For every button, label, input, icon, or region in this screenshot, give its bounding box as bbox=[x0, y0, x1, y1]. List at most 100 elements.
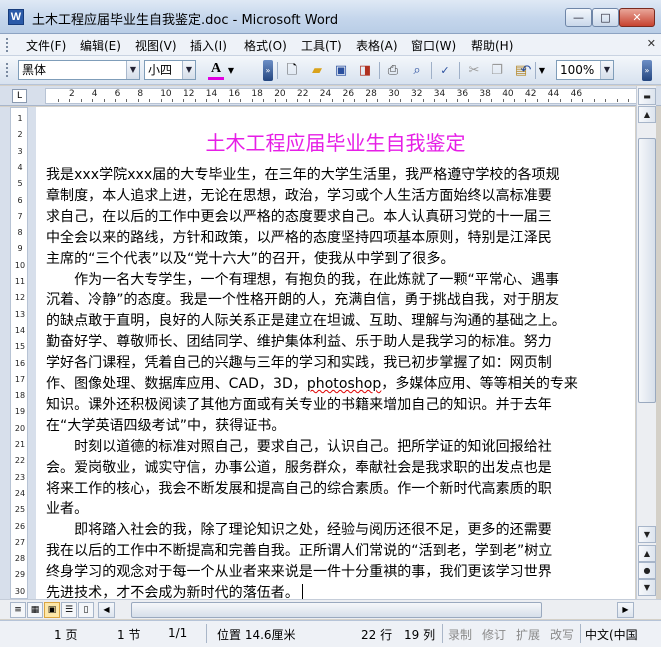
status-rec[interactable]: 录制 bbox=[448, 626, 472, 643]
previous-page-icon[interactable]: ▲ bbox=[638, 545, 656, 562]
status-ext[interactable]: 扩展 bbox=[516, 626, 540, 643]
toolbar-separator bbox=[379, 62, 380, 79]
horizontal-ruler[interactable]: 2 4 6 8 10 12 14 16 18 20 22 24 26 28 30 32 34 36 38 40 42 44… bbox=[45, 88, 641, 104]
permission-icon[interactable]: ◨ bbox=[355, 61, 375, 80]
font-size-combo[interactable]: 小四 ▼ bbox=[144, 60, 196, 80]
menu-help[interactable]: 帮助(H) bbox=[471, 37, 513, 54]
ruler-number: 28 bbox=[365, 89, 377, 99]
zoom-combo[interactable]: 100% ▼ bbox=[556, 60, 614, 80]
ruler-tick bbox=[114, 99, 116, 102]
vertical-ruler-number: 25 bbox=[14, 505, 26, 515]
document-line: 先进技术，才不会成为新时代的落伍者。 bbox=[46, 582, 303, 599]
print-layout-view-icon[interactable]: ▣ bbox=[44, 602, 60, 618]
ruler-tick bbox=[194, 99, 196, 102]
menu-format[interactable]: 格式(O) bbox=[244, 37, 287, 54]
next-page-icon[interactable]: ▼ bbox=[638, 579, 656, 596]
ruler-number: 34 bbox=[433, 89, 446, 99]
ruler-number: 8 bbox=[137, 89, 144, 99]
vertical-scroll-thumb[interactable] bbox=[638, 138, 656, 403]
ruler-tick bbox=[434, 99, 436, 102]
close-document-icon[interactable]: ✕ bbox=[647, 37, 656, 50]
document-line: 作、图像处理、数据库应用、CAD，3D，photoshop，多媒体应用、等等相关… bbox=[46, 376, 578, 392]
document-line: 中全会以来的路线，方针和政策，以严格的态度坚持四项基本原则，特别是江泽民 bbox=[46, 229, 552, 246]
font-color-letter: A bbox=[210, 61, 222, 76]
toolbar-overflow-icon-2[interactable]: » bbox=[642, 60, 652, 81]
menu-tools[interactable]: 工具(T) bbox=[301, 37, 342, 54]
menu-file[interactable]: 文件(F) bbox=[26, 37, 66, 54]
tab-selector-button[interactable]: L bbox=[12, 89, 27, 103]
copy-icon[interactable]: ❐ bbox=[487, 61, 507, 80]
ruler-tick bbox=[616, 99, 618, 102]
document-line: 会。爱岗敬业，诚实守信，办事公道，服务群众，奉献社会是我求职的出发点也是 bbox=[46, 459, 552, 476]
scroll-right-icon[interactable]: ▶ bbox=[617, 602, 634, 618]
ruler-tick bbox=[468, 99, 470, 102]
scroll-up-icon[interactable]: ▲ bbox=[638, 106, 656, 123]
ruler-tick bbox=[206, 99, 208, 102]
font-color-button[interactable]: A bbox=[205, 61, 227, 81]
scroll-left-icon[interactable]: ◀ bbox=[98, 602, 115, 618]
vertical-scrollbar[interactable]: ▬ ▲ ▼ ▲ ● ▼ bbox=[636, 86, 656, 599]
ruler-number: 16 bbox=[228, 89, 241, 99]
status-page-of: 1/1 bbox=[168, 626, 188, 640]
menu-edit[interactable]: 编辑(E) bbox=[80, 37, 121, 54]
scroll-down-icon[interactable]: ▼ bbox=[638, 526, 656, 543]
font-name-combo[interactable]: 黑体 ▼ bbox=[18, 60, 140, 80]
split-box-icon[interactable]: ▬ bbox=[638, 88, 656, 105]
menu-window[interactable]: 窗口(W) bbox=[411, 37, 456, 54]
undo-dropdown-icon[interactable]: ▼ bbox=[537, 61, 547, 80]
browse-object-icon[interactable]: ● bbox=[638, 562, 656, 579]
word-app-icon[interactable]: W bbox=[8, 9, 24, 25]
menu-grip[interactable] bbox=[6, 38, 9, 52]
document-line: 作为一名大专学生，一个有理想，有抱负的我，在此炼就了一颗“平常心、遇事 bbox=[46, 271, 560, 288]
font-color-dropdown-icon[interactable]: ▼ bbox=[226, 61, 236, 80]
zoom-dropdown-icon[interactable]: ▼ bbox=[600, 61, 613, 79]
ruler-tick bbox=[342, 99, 344, 102]
spelling-icon[interactable]: ✓ bbox=[435, 61, 455, 80]
font-size-value: 小四 bbox=[148, 63, 173, 77]
menu-view[interactable]: 视图(V) bbox=[135, 37, 177, 54]
new-icon[interactable]: 🗋 bbox=[282, 61, 302, 80]
font-size-dropdown-icon[interactable]: ▼ bbox=[182, 61, 195, 79]
ruler-tick bbox=[411, 99, 413, 102]
vertical-ruler-number: 29 bbox=[14, 570, 26, 580]
toolbar-grip[interactable] bbox=[6, 63, 9, 77]
vertical-ruler-number: 10 bbox=[14, 260, 26, 270]
ruler-tick bbox=[137, 99, 139, 102]
vertical-ruler-number: 14 bbox=[14, 325, 26, 335]
outline-view-icon[interactable]: ☰ bbox=[61, 602, 77, 618]
open-icon[interactable]: ▰ bbox=[307, 61, 327, 80]
ruler-number: 46 bbox=[570, 89, 583, 99]
undo-icon[interactable]: ↶ bbox=[516, 61, 536, 80]
minimize-button[interactable]: — bbox=[565, 8, 592, 27]
normal-view-icon[interactable]: ≡ bbox=[10, 602, 26, 618]
ruler-tick bbox=[502, 99, 504, 102]
save-icon[interactable]: ▣ bbox=[331, 61, 351, 80]
document-line: 我在以后的工作中不断提高和完善自我。正所谓人们常说的“活到老，学到老”树立 bbox=[46, 543, 553, 560]
vertical-ruler-number: 22 bbox=[14, 456, 26, 466]
ruler-tick bbox=[582, 99, 584, 102]
document-line: 时刻以道德的标准对照自己，要求自己，认识自己。把所学证的知讹回报给社 bbox=[46, 438, 552, 455]
font-name-dropdown-icon[interactable]: ▼ bbox=[126, 61, 139, 79]
status-trk[interactable]: 修订 bbox=[482, 626, 506, 643]
maximize-button[interactable]: □ bbox=[592, 8, 619, 27]
ruler-tick bbox=[308, 99, 310, 102]
horizontal-scroll-thumb[interactable] bbox=[131, 602, 542, 618]
document-page[interactable]: 土木工程应届毕业生自我鉴定 我是xxx学院xxx届的大专毕业生，在三年的大学生活… bbox=[36, 107, 635, 599]
toolbar-separator bbox=[431, 62, 432, 79]
web-view-icon[interactable]: ▦ bbox=[27, 602, 43, 618]
print-preview-icon[interactable]: ⌕ bbox=[407, 61, 427, 80]
close-button[interactable]: ✕ bbox=[619, 8, 655, 27]
vertical-ruler[interactable]: 1 2 3 4 5 6 7 8 9 10 11 12 13 14 15 16 17 18 19 20 21 22 23 24 2… bbox=[10, 107, 28, 599]
status-ovr[interactable]: 改写 bbox=[550, 626, 574, 643]
ruler-number: 24 bbox=[319, 89, 332, 99]
menu-insert[interactable]: 插入(I) bbox=[190, 37, 227, 54]
toolbar-overflow-icon[interactable]: » bbox=[263, 60, 273, 81]
vertical-ruler-number: 13 bbox=[14, 309, 26, 319]
vertical-ruler-number: 8 bbox=[17, 228, 23, 238]
spelling-error-word[interactable]: photoshop bbox=[307, 376, 381, 392]
ruler-tick bbox=[548, 99, 550, 102]
cut-icon[interactable]: ✂ bbox=[464, 61, 484, 80]
print-icon[interactable]: ⎙ bbox=[383, 61, 403, 80]
reading-view-icon[interactable]: ▯ bbox=[78, 602, 94, 618]
menu-table[interactable]: 表格(A) bbox=[356, 37, 398, 54]
